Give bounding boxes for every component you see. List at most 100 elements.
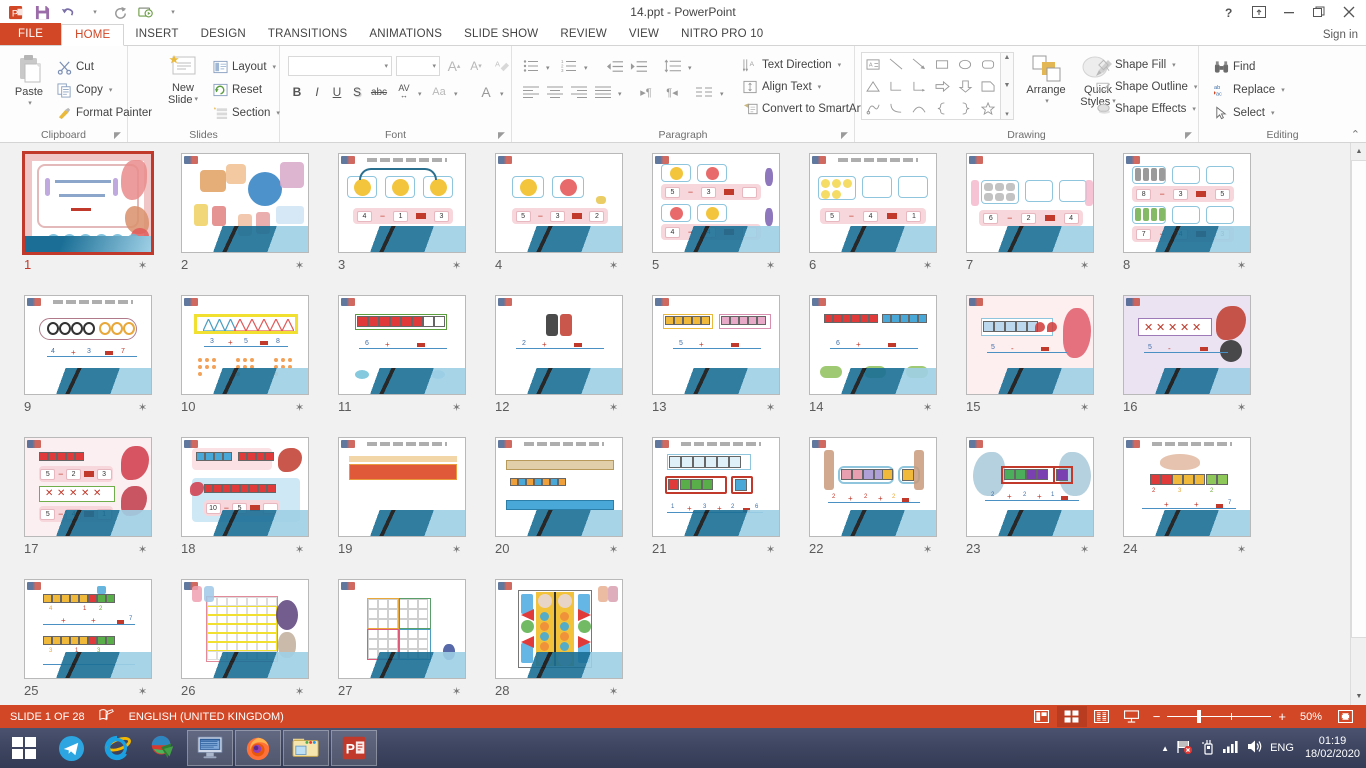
idm-taskbar-icon[interactable] — [140, 728, 186, 768]
text-shadow-button[interactable]: S — [348, 82, 366, 102]
animation-indicator-icon[interactable]: ✶ — [1237, 259, 1246, 272]
font-name-dropdown-icon[interactable]: ▾ — [384, 62, 388, 70]
replace-dropdown-icon[interactable]: ▾ — [1281, 86, 1285, 94]
shape-effects-button[interactable]: Shape Effects ▾ — [1093, 98, 1199, 120]
tab-view[interactable]: VIEW — [618, 23, 670, 45]
drawing-dialog-launcher[interactable]: ◤ — [1185, 130, 1195, 140]
windows-start-button[interactable] — [0, 728, 48, 768]
italic-button[interactable]: I — [308, 82, 326, 102]
change-case-dropdown-icon[interactable]: ▾ — [454, 90, 458, 98]
slide-preview[interactable] — [338, 437, 466, 537]
slide-preview[interactable]: 4+37 — [24, 295, 152, 395]
slide-thumbnail-11[interactable]: 6+ 11 ✶ — [324, 291, 481, 433]
animation-indicator-icon[interactable]: ✶ — [295, 259, 304, 272]
slide-thumbnail-27[interactable]: 27 ✶ — [324, 575, 481, 705]
text-direction-button[interactable]: A Text Direction ▾ — [740, 54, 844, 76]
columns-button[interactable] — [692, 82, 716, 102]
shapes-scroll-down-icon[interactable]: ▼ — [1004, 82, 1011, 89]
slide-thumbnail-9[interactable]: 4+37 9 ✶ — [10, 291, 167, 433]
help-button[interactable]: ? — [1214, 1, 1244, 23]
paste-button[interactable]: Paste ▾ — [6, 54, 52, 110]
text-direction-dropdown-icon[interactable]: ▾ — [838, 61, 842, 69]
animation-indicator-icon[interactable]: ✶ — [923, 543, 932, 556]
animation-indicator-icon[interactable]: ✶ — [138, 401, 147, 414]
animation-indicator-icon[interactable]: ✶ — [295, 543, 304, 556]
slide-preview[interactable]: 2+2+2 — [809, 437, 937, 537]
paragraph-dialog-launcher[interactable]: ◤ — [841, 130, 851, 140]
tab-slide-show[interactable]: SLIDE SHOW — [453, 23, 549, 45]
zoom-track[interactable] — [1167, 716, 1271, 717]
shape-outline-button[interactable]: Shape Outline ▾ — [1093, 76, 1200, 98]
tab-design[interactable]: DESIGN — [190, 23, 257, 45]
font-size-input[interactable]: ▾ — [396, 56, 440, 76]
slide-thumbnail-3[interactable]: 4−13 3 ✶ — [324, 149, 481, 291]
slide-preview[interactable]: 10−5 — [181, 437, 309, 537]
restore-button[interactable] — [1304, 1, 1334, 23]
animation-indicator-icon[interactable]: ✶ — [295, 401, 304, 414]
slide-thumbnail-25[interactable]: 412++7313 25 ✶ — [10, 575, 167, 705]
network-signal-icon[interactable] — [1222, 739, 1240, 757]
slide-preview[interactable]: 2+2+1 — [966, 437, 1094, 537]
shapes-gallery[interactable]: A — [861, 52, 1001, 120]
slide-preview[interactable]: 5+ — [652, 295, 780, 395]
sign-in-link[interactable]: Sign in — [1323, 24, 1358, 46]
align-text-button[interactable]: Align Text ▾ — [740, 76, 824, 98]
columns-dropdown-icon[interactable]: ▾ — [720, 90, 724, 98]
line-spacing-button[interactable] — [660, 56, 684, 76]
shape-effects-dropdown-icon[interactable]: ▾ — [1192, 105, 1196, 113]
align-right-button[interactable] — [568, 82, 590, 102]
animation-indicator-icon[interactable]: ✶ — [766, 543, 775, 556]
cut-button[interactable]: Cut — [54, 56, 97, 78]
new-slide-button[interactable]: New Slide ▾ — [158, 54, 208, 106]
reading-view-button[interactable] — [1087, 706, 1117, 727]
slide-preview[interactable]: ✕✕✕✕✕5- — [1123, 295, 1251, 395]
animation-indicator-icon[interactable]: ✶ — [1237, 543, 1246, 556]
slide-thumbnail-16[interactable]: ✕✕✕✕✕5- 16 ✶ — [1109, 291, 1266, 433]
new-slide-dropdown-icon[interactable]: ▾ — [194, 94, 198, 106]
slide-thumbnail-14[interactable]: 6+ 14 ✶ — [795, 291, 952, 433]
change-case-button[interactable]: Aa — [428, 82, 450, 102]
character-spacing-button[interactable]: AV ↔ — [392, 80, 416, 102]
slide-preview[interactable]: 5−41 — [809, 153, 937, 253]
arrange-button[interactable]: Arrange ▾ — [1021, 54, 1071, 108]
slide-preview[interactable]: 5−32 — [495, 153, 623, 253]
tab-insert[interactable]: INSERT — [124, 23, 189, 45]
slide-thumbnail-2[interactable]: 2 ✶ — [167, 149, 324, 291]
animation-indicator-icon[interactable]: ✶ — [766, 259, 775, 272]
align-text-dropdown-icon[interactable]: ▾ — [818, 83, 822, 91]
tab-animations[interactable]: ANIMATIONS — [358, 23, 453, 45]
slide-thumbnail-19[interactable]: 19 ✶ — [324, 433, 481, 575]
select-dropdown-icon[interactable]: ▾ — [1271, 109, 1275, 117]
scrollbar-thumb[interactable] — [1351, 160, 1366, 638]
decrease-indent-button[interactable] — [602, 56, 626, 76]
slide-thumbnail-13[interactable]: 5+ 13 ✶ — [638, 291, 795, 433]
layout-dropdown-icon[interactable]: ▾ — [273, 63, 277, 71]
slide-thumbnail-17[interactable]: 5−23✕✕✕✕✕5−41 17 ✶ — [10, 433, 167, 575]
increase-font-size-button[interactable]: A▴ — [444, 56, 464, 76]
slide-thumbnail-5[interactable]: 5−34−4 5 ✶ — [638, 149, 795, 291]
shapes-gallery-scrollbar[interactable]: ▲ ▼ ▾ — [1001, 52, 1014, 120]
file-explorer-taskbar-icon[interactable] — [283, 730, 329, 766]
slide-thumbnail-26[interactable]: 26 ✶ — [167, 575, 324, 705]
slide-counter[interactable]: SLIDE 1 OF 28 — [0, 711, 95, 723]
justify-dropdown-icon[interactable]: ▾ — [618, 90, 622, 98]
select-button[interactable]: Select ▾ — [1211, 102, 1277, 124]
ltr-direction-button[interactable]: ▸¶ — [634, 82, 658, 102]
slide-preview[interactable] — [22, 151, 154, 255]
slide-preview[interactable]: 5- — [966, 295, 1094, 395]
internet-explorer-taskbar-icon[interactable] — [94, 728, 140, 768]
zoom-slider[interactable]: − + — [1153, 709, 1286, 724]
collapse-ribbon-button[interactable]: ⌃ — [1351, 128, 1360, 141]
remote-desktop-taskbar-icon[interactable] — [187, 730, 233, 766]
normal-view-button[interactable] — [1027, 706, 1057, 727]
animation-indicator-icon[interactable]: ✶ — [923, 259, 932, 272]
ribbon-display-options-button[interactable] — [1244, 1, 1274, 23]
align-left-button[interactable] — [520, 82, 542, 102]
tab-file[interactable]: FILE — [0, 23, 61, 45]
animation-indicator-icon[interactable]: ✶ — [138, 685, 147, 698]
action-center-flag-icon[interactable] — [1176, 739, 1194, 758]
find-button[interactable]: Find — [1211, 56, 1258, 78]
slide-thumbnail-4[interactable]: 5−32 4 ✶ — [481, 149, 638, 291]
slide-preview[interactable] — [338, 579, 466, 679]
zoom-handle[interactable] — [1197, 710, 1201, 723]
